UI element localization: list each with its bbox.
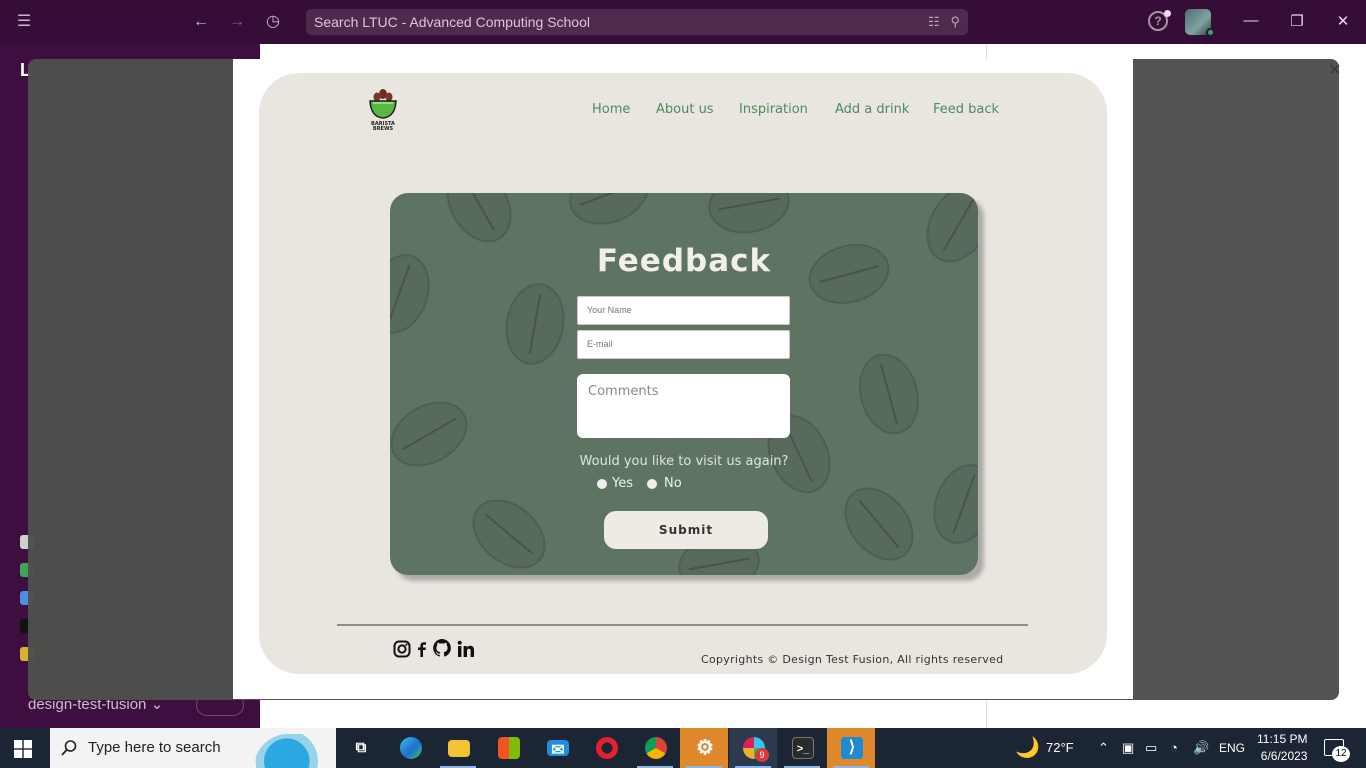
search-icon[interactable]: ⚲ [950, 14, 960, 29]
radio-yes[interactable] [597, 479, 607, 489]
submit-button[interactable]: Submit [604, 511, 768, 549]
visit-question: Would you like to visit us again? [579, 454, 789, 469]
opera-icon[interactable] [582, 728, 630, 768]
taskbar: Type here to search ⧉ ✉ ⚙ 9 >_ ⟩ 🌙 72°F … [0, 728, 1366, 768]
notification-dot [1164, 10, 1171, 17]
coffee-bean-decoration [499, 278, 571, 370]
battery-icon[interactable]: ▭ [1145, 740, 1157, 756]
coffee-bean-decoration [850, 346, 928, 442]
minimize-icon[interactable]: — [1241, 12, 1261, 29]
search-input[interactable]: Search LTUC - Advanced Computing School … [306, 9, 968, 35]
copyright-text: Copyrights © Design Test Fusion, All rig… [701, 653, 1004, 666]
instagram-icon[interactable] [393, 640, 411, 658]
radio-no[interactable] [647, 479, 657, 489]
feedback-card: Feedback Your Name E-mail Comments Would… [390, 193, 978, 575]
meet-now-icon[interactable]: ▣ [1122, 740, 1134, 756]
chrome-icon[interactable] [631, 728, 679, 768]
form-title: Feedback [596, 243, 772, 279]
search-icon [61, 740, 77, 756]
notification-count: 12 [1332, 746, 1350, 762]
coffee-bean-decoration [830, 473, 928, 575]
nav-home[interactable]: Home [592, 102, 630, 117]
clock-date: 6/6/2023 [1260, 749, 1308, 763]
terminal-icon[interactable]: >_ [778, 728, 826, 768]
filter-icon[interactable]: ☷ [928, 14, 940, 29]
radio-yes-label: Yes [612, 476, 633, 491]
status-indicator [1206, 28, 1215, 37]
nav-inspiration[interactable]: Inspiration [739, 102, 808, 117]
website-page: BARISTA BREWS Home About us Inspiration … [259, 73, 1107, 674]
nav-add-a-drink[interactable]: Add a drink [835, 102, 909, 117]
weather-moon-icon: 🌙 [1015, 737, 1040, 759]
search-text: Search LTUC - Advanced Computing School [314, 14, 590, 30]
chevron-up-icon[interactable]: ⌃ [1098, 740, 1109, 756]
wifi-icon[interactable]: ◔ [1170, 740, 1178, 755]
forward-arrow-icon[interactable]: → [225, 10, 249, 34]
restore-icon[interactable]: ❐ [1287, 12, 1307, 30]
clock-time: 11:15 PM [1257, 732, 1308, 746]
back-arrow-icon[interactable]: ← [189, 10, 213, 34]
footer-divider [337, 624, 1028, 626]
facebook-icon[interactable] [413, 640, 431, 658]
comments-field[interactable]: Comments [577, 374, 790, 438]
clock[interactable]: 11:15 PM 6/6/2023 [1257, 731, 1307, 765]
language-indicator[interactable]: ENG [1219, 741, 1245, 755]
volume-icon[interactable]: 🔊 [1193, 740, 1209, 756]
edge-icon[interactable] [386, 728, 434, 768]
coffee-bean-decoration [922, 455, 978, 553]
close-icon[interactable]: ✕ [1333, 12, 1353, 30]
logo-text: BARISTA BREWS [371, 121, 395, 132]
weather-temp[interactable]: 72°F [1046, 740, 1074, 755]
github-icon[interactable] [432, 638, 452, 658]
help-label: ? [1154, 14, 1162, 28]
slack-icon[interactable]: 9 [729, 728, 777, 768]
coffee-bean-decoration [703, 193, 795, 240]
linkedin-icon[interactable] [457, 640, 475, 658]
email-field[interactable]: E-mail [577, 330, 790, 359]
coffee-bean-decoration [458, 485, 560, 575]
nav-about-us[interactable]: About us [656, 102, 714, 117]
slack-badge: 9 [755, 748, 769, 762]
windows-start-icon[interactable] [14, 740, 32, 758]
nav-feed-back[interactable]: Feed back [933, 102, 999, 117]
close-icon[interactable]: ✕ [1328, 60, 1341, 80]
microsoft-store-icon[interactable] [484, 728, 532, 768]
hamburger-icon[interactable]: ☰ [12, 10, 36, 34]
logo[interactable]: BARISTA BREWS [367, 87, 399, 133]
title-bar: ☰ ← → ◷ Search LTUC - Advanced Computing… [0, 0, 1366, 44]
settings-icon[interactable]: ⚙ [680, 728, 728, 768]
task-view-icon[interactable]: ⧉ [336, 728, 384, 768]
vscode-icon[interactable]: ⟩ [827, 728, 875, 768]
history-icon[interactable]: ◷ [261, 10, 285, 34]
radio-no-label: No [664, 476, 682, 491]
taskbar-search-placeholder: Type here to search [88, 739, 221, 756]
coffee-bean-decoration [560, 193, 658, 236]
mail-icon[interactable]: ✉ [533, 728, 581, 768]
name-field[interactable]: Your Name [577, 296, 790, 325]
file-explorer-icon[interactable] [434, 728, 482, 768]
coffee-cup-logo-icon [369, 89, 397, 119]
